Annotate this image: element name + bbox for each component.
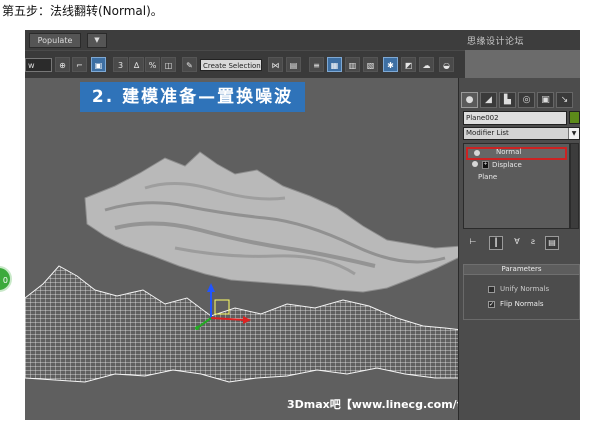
ribbon-toggle-button[interactable]: ▼ [87, 33, 107, 48]
hierarchy-tab-icon[interactable]: ▙ [499, 92, 516, 108]
site-watermark: 3Dmax吧【www.linecg.com/tieba/1771】 [287, 398, 462, 411]
object-name-field[interactable]: Plane002 [463, 111, 567, 125]
remove-modifier-icon[interactable]: ƨ [527, 236, 539, 248]
stack-item-displace[interactable]: + Displace [466, 160, 567, 170]
render-setup-icon[interactable]: ◩ [401, 57, 416, 72]
menu-bar: Populate ▼ 思缘设计论坛 [25, 30, 580, 50]
step-caption: 第五步：法线翻转(Normal)。 [2, 4, 163, 18]
flip-normals-checkbox[interactable]: ✓ [488, 301, 495, 308]
scene-render [25, 151, 462, 383]
snap-toggle-icon[interactable]: 3 [113, 57, 128, 72]
command-panel-tabs: ● ◢ ▙ ◎ ▣ ↘ [461, 92, 579, 109]
unify-normals-label: Unify Normals [500, 285, 550, 293]
modifier-stack: Normal + Displace Plane [463, 143, 570, 229]
keyboard-shortcut-icon[interactable]: ▣ [91, 57, 106, 72]
utilities-tab-icon[interactable]: ↘ [556, 92, 573, 108]
flip-normals-label: Flip Normals [500, 300, 544, 308]
mirror-icon[interactable]: ⋈ [268, 57, 283, 72]
make-unique-icon[interactable]: ∀ [511, 236, 523, 248]
stack-scrollbar[interactable] [570, 143, 579, 229]
configure-sets-icon[interactable]: ▤ [545, 236, 559, 250]
motion-tab-icon[interactable]: ◎ [518, 92, 535, 108]
main-toolbar: w ⊕ ⌐ ▣ 3 ∆ % ◫ ✎ Create Selection Se ⋈ … [25, 50, 465, 80]
edit-named-selection-icon[interactable]: ✎ [182, 57, 197, 72]
spinner-snap-icon[interactable]: ◫ [161, 57, 176, 72]
display-tab-icon[interactable]: ▣ [537, 92, 554, 108]
align-icon[interactable]: ▤ [286, 57, 301, 72]
stack-item-plane[interactable]: Plane [466, 172, 567, 182]
select-manipulate-icon[interactable]: ⌐ [72, 57, 87, 72]
scene-explorer-icon[interactable]: ▦ [327, 57, 342, 72]
stack-item-label: Plane [478, 173, 498, 181]
object-color-swatch[interactable] [569, 111, 580, 124]
parameters-header[interactable]: Parameters [463, 264, 580, 275]
pin-stack-icon[interactable]: ⊢ [467, 236, 479, 248]
stack-item-label: Normal [496, 148, 522, 156]
expand-icon[interactable]: + [482, 161, 489, 169]
material-editor-icon[interactable]: ✱ [383, 57, 398, 72]
angle-snap-icon[interactable]: ∆ [129, 57, 144, 72]
render-icon[interactable]: ◒ [439, 57, 454, 72]
curve-editor-icon[interactable]: ▥ [345, 57, 360, 72]
rendered-frame-icon[interactable]: ☁ [419, 57, 434, 72]
stack-item-normal[interactable]: Normal [466, 147, 567, 160]
layer-manager-icon[interactable]: ≡ [309, 57, 324, 72]
parameters-rollout: Parameters Unify Normals ✓ Flip Normals [463, 264, 580, 320]
brand-watermark: 思缘设计论坛 [467, 37, 525, 47]
populate-button[interactable]: Populate [29, 33, 81, 48]
tutorial-banner: 2. 建模准备—置换噪波 [80, 82, 305, 112]
create-tab-icon[interactable]: ● [461, 92, 478, 108]
lightbulb-icon[interactable] [474, 150, 480, 156]
max-screenshot: Populate ▼ 思缘设计论坛 w ⊕ ⌐ ▣ 3 ∆ % ◫ ✎ Crea… [25, 30, 580, 420]
perspective-viewport[interactable]: 2. 建模准备—置换噪波 3Dmax吧【www.linecg.com/tieba… [25, 78, 462, 420]
stack-tools: ⊢ ┃ ∀ ƨ ▤ [467, 236, 577, 252]
pivot-icon[interactable]: ⊕ [55, 57, 70, 72]
modify-tab-icon[interactable]: ◢ [480, 92, 497, 108]
side-badge: 0 [0, 266, 12, 292]
modifier-list-dropdown[interactable]: Modifier List ▼ [463, 127, 580, 140]
show-end-result-icon[interactable]: ┃ [489, 236, 503, 250]
percent-snap-icon[interactable]: % [145, 57, 160, 72]
unify-normals-checkbox[interactable] [488, 286, 495, 293]
chevron-down-icon: ▼ [568, 128, 579, 139]
command-panel: ● ◢ ▙ ◎ ▣ ↘ Plane002 Modifier List ▼ Nor… [458, 78, 580, 420]
reference-coordinate-select[interactable]: w [25, 58, 52, 72]
named-selection-set-field[interactable]: Create Selection Se [200, 59, 262, 71]
schematic-view-icon[interactable]: ▧ [363, 57, 378, 72]
modifier-list-label: Modifier List [466, 129, 509, 137]
stack-item-label: Displace [492, 161, 522, 169]
lightbulb-icon[interactable] [472, 161, 478, 167]
